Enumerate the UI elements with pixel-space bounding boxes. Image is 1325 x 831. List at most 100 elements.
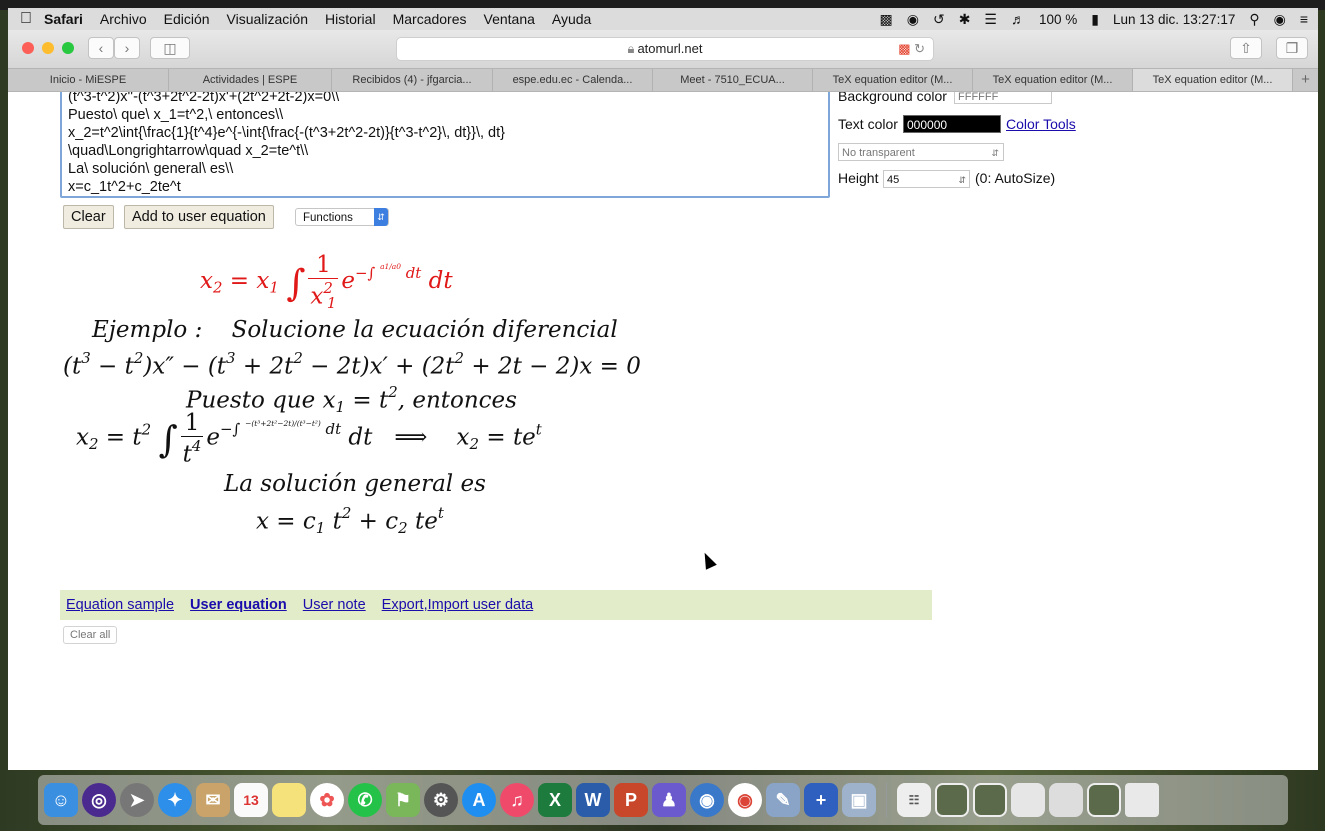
clear-button[interactable]: Clear [63, 205, 114, 229]
functions-select[interactable]: Functions ⇵ [295, 208, 389, 226]
tab-calendar[interactable]: espe.edu.ec - Calenda... [493, 69, 653, 91]
rendered-line-ode: (t3 − t2)x″ − (t3 + 2t2 − 2t)x′ + (2t2 +… [63, 349, 641, 380]
chrome-icon[interactable]: ◉ [728, 783, 762, 817]
image-viewer-icon[interactable]: ▣ [842, 783, 876, 817]
address-bar[interactable]: 🔒︎ atomurl.net ▩ ↻ [396, 37, 934, 61]
select-arrows-icon: ⇵ [374, 208, 388, 226]
battery-percent[interactable]: 100 % [1039, 12, 1077, 27]
window-thumbnail-icon[interactable] [973, 783, 1007, 817]
notes-icon[interactable] [272, 783, 306, 817]
menu-archivo[interactable]: Archivo [100, 11, 147, 27]
clock[interactable]: Lun 13 dic. 13:27:17 [1113, 12, 1235, 27]
system-preferences-icon[interactable]: ⚙ [424, 783, 458, 817]
launchpad-icon[interactable]: ➤ [120, 783, 154, 817]
teams-icon[interactable]: ♟ [652, 783, 686, 817]
minimize-window-button[interactable] [42, 42, 54, 54]
rendered-line-general: x = c1 t2 + c2 tet [256, 504, 444, 537]
trash-icon[interactable] [1125, 783, 1159, 817]
rendered-line-solucion: La solución general es [224, 471, 486, 497]
battery-icon[interactable]: ▮ [1091, 11, 1099, 28]
clear-all-button[interactable]: Clear all [63, 626, 118, 644]
menu-marcadores[interactable]: Marcadores [393, 11, 467, 27]
menu-ventana[interactable]: Ventana [484, 11, 535, 27]
whatsapp-icon[interactable]: ✆ [348, 783, 382, 817]
menu-visualizacion[interactable]: Visualización [227, 11, 308, 27]
skype-icon[interactable]: ◉ [907, 11, 919, 28]
siri-icon[interactable]: ◎ [82, 783, 116, 817]
menu-app[interactable]: Safari [44, 11, 83, 27]
spotlight-search-icon[interactable]: ⚲ [1249, 11, 1259, 28]
word-icon[interactable]: W [576, 783, 610, 817]
share-icon[interactable]: ⇧ [1230, 37, 1262, 59]
back-button[interactable]: ‹ [88, 37, 114, 59]
preview-icon[interactable]: ✎ [766, 783, 800, 817]
maps-icon[interactable]: ⚑ [386, 783, 420, 817]
add-to-user-equation-button[interactable]: Add to user equation [124, 205, 274, 229]
latex-input-textarea[interactable]: (t^3-t^2)x''-(t^3+2t^2-2t)x'+(2t^2+2t-2)… [60, 92, 830, 198]
screen-mirror-icon[interactable]: ▩ [880, 11, 893, 28]
finder-icon[interactable]: ☺ [44, 783, 78, 817]
background-color-input[interactable]: FFFFFF [954, 92, 1052, 104]
stepper-icon[interactable]: ⇵ [958, 171, 966, 189]
mouse-cursor [699, 550, 717, 570]
calendar-icon[interactable]: 13 [234, 783, 268, 817]
tab-actividades[interactable]: Actividades | ESPE [169, 69, 332, 91]
music-icon[interactable]: ♫ [500, 783, 534, 817]
forward-button[interactable]: › [114, 37, 140, 59]
powerpoint-icon[interactable]: P [614, 783, 648, 817]
close-window-button[interactable] [22, 42, 34, 54]
rendered-line-ejemplo: Ejemplo : Solucione la ecuación diferenc… [92, 317, 618, 343]
page-content: (t^3-t^2)x''-(t^3+2t^2-2t)x'+(2t^2+2t-2)… [8, 92, 1318, 770]
height-value: 45 [887, 174, 900, 186]
equation-sample-link[interactable]: Equation sample [66, 597, 174, 613]
volume-icon[interactable]: ♬ [1011, 11, 1025, 27]
new-tab-button[interactable]: + [1293, 69, 1318, 91]
color-tools-link[interactable]: Color Tools [1006, 116, 1076, 132]
excel-icon[interactable]: X [538, 783, 572, 817]
pdf-document-icon[interactable]: ☷ [897, 783, 931, 817]
tab-inicio[interactable]: Inicio - MiESPE [8, 69, 169, 91]
time-machine-icon[interactable]: ↺ [933, 11, 945, 28]
user-equation-link[interactable]: User equation [190, 597, 287, 613]
extension-icon[interactable]: ▩ [898, 41, 910, 56]
tab-tex-2[interactable]: TeX equation editor (M... [973, 69, 1133, 91]
tab-tex-1[interactable]: TeX equation editor (M... [813, 69, 973, 91]
menu-ayuda[interactable]: Ayuda [552, 11, 591, 27]
transparent-select[interactable]: No transparent ⇵ [838, 143, 1004, 161]
dock-separator [886, 782, 887, 818]
screen-share-icon[interactable]: ◉ [690, 783, 724, 817]
dock: ☺ ◎ ➤ ✦ ✉ 13 ✿ ✆ ⚑ ⚙ A ♫ X W P ♟ ◉ ◉ ✎ +… [38, 775, 1288, 825]
user-note-link[interactable]: User note [303, 597, 366, 613]
wifi-icon[interactable]: ☰ [984, 11, 997, 28]
user-avatar-icon[interactable]: ◉ [1274, 11, 1286, 28]
tab-recibidos[interactable]: Recibidos (4) - jfgarcia... [332, 69, 493, 91]
menu-historial[interactable]: Historial [325, 11, 376, 27]
window-thumbnail-icon[interactable] [935, 783, 969, 817]
bottom-tab-bar: Equation sample User equation User note … [60, 590, 932, 620]
reload-icon[interactable]: ▩ ↻ [898, 38, 925, 60]
export-import-link[interactable]: Export,Import user data [382, 597, 534, 613]
remote-desktop-icon[interactable]: + [804, 783, 838, 817]
bluetooth-icon[interactable]: ✱ [959, 11, 971, 28]
mail-stamp-icon[interactable]: ✉ [196, 783, 230, 817]
photos-icon[interactable]: ✿ [310, 783, 344, 817]
notification-center-icon[interactable]: ≡ [1300, 11, 1308, 27]
apple-icon[interactable]:  [8, 10, 44, 28]
app-store-icon[interactable]: A [462, 783, 496, 817]
text-color-input[interactable]: 000000 [903, 115, 1001, 133]
browser-toolbar: ‹ › ◫ 🔒︎ atomurl.net ▩ ↻ ⇧ ❐ [8, 30, 1318, 68]
document-thumbnail-icon[interactable] [1049, 783, 1083, 817]
document-thumbnail-icon[interactable] [1011, 783, 1045, 817]
height-label: Height [838, 170, 879, 186]
tab-overview-icon[interactable]: ❐ [1276, 37, 1308, 59]
height-input[interactable]: 45 ⇵ [883, 170, 970, 188]
window-thumbnail-icon[interactable] [1087, 783, 1121, 817]
tab-tex-3[interactable]: TeX equation editor (M... [1133, 69, 1293, 91]
tab-meet[interactable]: Meet - 7510_ECUA... [653, 69, 813, 91]
editor-line: La\ solución\ general\ es\\ [68, 161, 234, 177]
text-color-label: Text color [838, 116, 898, 132]
sidebar-toggle-icon[interactable]: ◫ [150, 37, 190, 59]
safari-icon[interactable]: ✦ [158, 783, 192, 817]
zoom-window-button[interactable] [62, 42, 74, 54]
menu-edicion[interactable]: Edición [164, 11, 210, 27]
